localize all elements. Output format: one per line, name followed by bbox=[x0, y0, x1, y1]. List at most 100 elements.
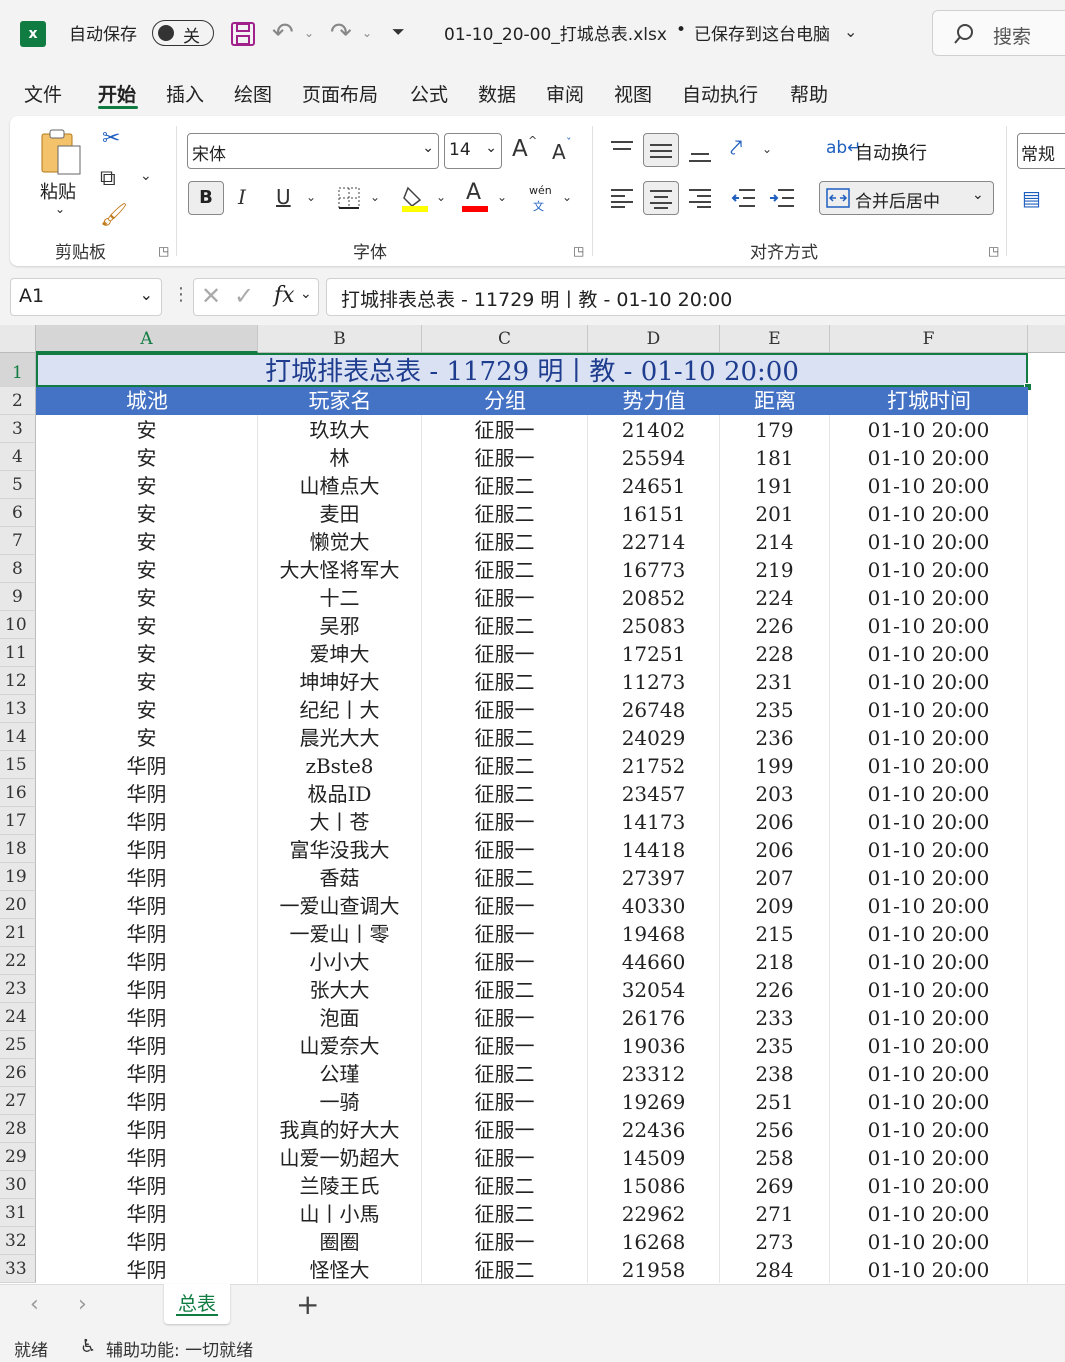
row-header[interactable]: 13 bbox=[0, 695, 36, 723]
table-cell[interactable]: 征服二 bbox=[422, 723, 588, 751]
table-cell[interactable]: 16151 bbox=[588, 499, 720, 527]
copy-dropdown-icon[interactable]: ⌄ bbox=[140, 168, 152, 184]
column-header[interactable]: A bbox=[36, 325, 258, 353]
tab-formulas[interactable]: 公式 bbox=[410, 80, 448, 107]
row-header[interactable]: 22 bbox=[0, 947, 36, 975]
table-cell[interactable]: 纪纪丨大 bbox=[258, 695, 422, 723]
save-status[interactable]: 已保存到这台电脑 bbox=[694, 20, 830, 45]
table-cell[interactable]: 华阴 bbox=[36, 1031, 258, 1059]
row-header[interactable]: 24 bbox=[0, 1003, 36, 1031]
table-cell[interactable]: 226 bbox=[720, 975, 830, 1003]
table-cell[interactable]: 01-10 20:00 bbox=[830, 1171, 1028, 1199]
table-cell[interactable]: 273 bbox=[720, 1227, 830, 1255]
table-cell[interactable]: 228 bbox=[720, 639, 830, 667]
italic-button[interactable]: I bbox=[238, 185, 246, 209]
table-cell[interactable]: 征服二 bbox=[422, 975, 588, 1003]
table-cell[interactable]: 25083 bbox=[588, 611, 720, 639]
enter-icon[interactable]: ✓ bbox=[234, 282, 254, 310]
font-color-dropdown-icon[interactable]: ⌄ bbox=[497, 190, 507, 204]
phonetic-dropdown-icon[interactable]: ⌄ bbox=[562, 190, 572, 204]
table-cell[interactable]: 40330 bbox=[588, 891, 720, 919]
table-cell[interactable]: 华阴 bbox=[36, 835, 258, 863]
select-all-corner[interactable] bbox=[0, 325, 36, 353]
prev-sheet-icon[interactable]: ‹ bbox=[30, 1292, 39, 1317]
accessibility-icon[interactable]: ♿ bbox=[80, 1336, 96, 1357]
increase-indent-icon[interactable] bbox=[770, 188, 794, 208]
table-cell[interactable]: 01-10 20:00 bbox=[830, 1255, 1028, 1283]
header-cell[interactable]: 玩家名 bbox=[258, 387, 422, 415]
redo-icon[interactable]: ↷ bbox=[330, 18, 352, 48]
tab-view[interactable]: 视图 bbox=[614, 80, 652, 107]
row-header[interactable]: 20 bbox=[0, 891, 36, 919]
table-cell[interactable]: 238 bbox=[720, 1059, 830, 1087]
row-header[interactable]: 14 bbox=[0, 723, 36, 751]
merge-center-button[interactable]: 合并后居中 ⌄ bbox=[819, 181, 994, 215]
font-name-select[interactable]: 宋体 ⌄ bbox=[187, 133, 439, 169]
tab-file[interactable]: 文件 bbox=[24, 80, 62, 107]
table-cell[interactable]: 01-10 20:00 bbox=[830, 443, 1028, 471]
table-cell[interactable]: 01-10 20:00 bbox=[830, 1087, 1028, 1115]
underline-dropdown-icon[interactable]: ⌄ bbox=[306, 190, 316, 204]
table-cell[interactable]: 203 bbox=[720, 779, 830, 807]
table-cell[interactable]: 01-10 20:00 bbox=[830, 1003, 1028, 1031]
table-cell[interactable]: 安 bbox=[36, 695, 258, 723]
table-cell[interactable]: 一骑 bbox=[258, 1087, 422, 1115]
table-cell[interactable]: 17251 bbox=[588, 639, 720, 667]
table-cell[interactable]: 安 bbox=[36, 499, 258, 527]
row-header[interactable]: 8 bbox=[0, 555, 36, 583]
table-cell[interactable]: 征服一 bbox=[422, 1087, 588, 1115]
row-header[interactable]: 29 bbox=[0, 1143, 36, 1171]
table-cell[interactable]: 256 bbox=[720, 1115, 830, 1143]
table-cell[interactable]: 征服二 bbox=[422, 667, 588, 695]
table-cell[interactable]: 公瑾 bbox=[258, 1059, 422, 1087]
next-sheet-icon[interactable]: › bbox=[78, 1292, 87, 1317]
table-cell[interactable]: 怪怪大 bbox=[258, 1255, 422, 1283]
row-header[interactable]: 17 bbox=[0, 807, 36, 835]
row-header[interactable]: 3 bbox=[0, 415, 36, 443]
tab-page-layout[interactable]: 页面布局 bbox=[302, 80, 378, 107]
save-icon[interactable] bbox=[230, 21, 256, 47]
table-cell[interactable]: 01-10 20:00 bbox=[830, 807, 1028, 835]
table-cell[interactable]: 01-10 20:00 bbox=[830, 751, 1028, 779]
table-cell[interactable]: 26748 bbox=[588, 695, 720, 723]
row-header[interactable]: 28 bbox=[0, 1115, 36, 1143]
table-cell[interactable]: 23312 bbox=[588, 1059, 720, 1087]
table-cell[interactable]: 懒觉大 bbox=[258, 527, 422, 555]
table-cell[interactable]: 01-10 20:00 bbox=[830, 415, 1028, 443]
table-cell[interactable]: 华阴 bbox=[36, 1227, 258, 1255]
table-cell[interactable]: 15086 bbox=[588, 1171, 720, 1199]
table-cell[interactable]: 大大怪将军大 bbox=[258, 555, 422, 583]
table-cell[interactable]: 征服二 bbox=[422, 1255, 588, 1283]
table-cell[interactable]: 华阴 bbox=[36, 919, 258, 947]
table-cell[interactable]: 征服二 bbox=[422, 471, 588, 499]
accessibility-status[interactable]: 辅助功能: 一切就绪 bbox=[106, 1336, 253, 1361]
borders-dropdown-icon[interactable]: ⌄ bbox=[370, 190, 380, 204]
table-cell[interactable]: 安 bbox=[36, 639, 258, 667]
header-cell[interactable]: 打城时间 bbox=[830, 387, 1028, 415]
table-cell[interactable]: 01-10 20:00 bbox=[830, 1199, 1028, 1227]
table-cell[interactable]: 晨光大大 bbox=[258, 723, 422, 751]
table-cell[interactable]: 01-10 20:00 bbox=[830, 611, 1028, 639]
table-cell[interactable]: 199 bbox=[720, 751, 830, 779]
table-cell[interactable]: 安 bbox=[36, 443, 258, 471]
paste-dropdown-icon[interactable]: ⌄ bbox=[55, 202, 65, 216]
table-cell[interactable]: 23457 bbox=[588, 779, 720, 807]
table-cell[interactable]: 我真的好大大 bbox=[258, 1115, 422, 1143]
table-cell[interactable]: 01-10 20:00 bbox=[830, 919, 1028, 947]
table-cell[interactable]: 218 bbox=[720, 947, 830, 975]
bold-button[interactable]: B bbox=[188, 181, 224, 215]
orientation-dropdown-icon[interactable]: ⌄ bbox=[762, 142, 772, 156]
table-cell[interactable]: 征服二 bbox=[422, 499, 588, 527]
align-left-icon[interactable] bbox=[611, 188, 633, 208]
format-painter-icon[interactable]: 🖌 bbox=[100, 203, 128, 228]
table-cell[interactable]: 华阴 bbox=[36, 779, 258, 807]
table-cell[interactable]: 征服二 bbox=[422, 751, 588, 779]
table-cell[interactable]: 一爱山查调大 bbox=[258, 891, 422, 919]
header-cell[interactable]: 城池 bbox=[36, 387, 258, 415]
table-cell[interactable]: 24651 bbox=[588, 471, 720, 499]
table-cell[interactable]: 征服一 bbox=[422, 1003, 588, 1031]
table-cell[interactable]: 226 bbox=[720, 611, 830, 639]
table-cell[interactable]: 一爱山丨零 bbox=[258, 919, 422, 947]
table-cell[interactable]: zBste8 bbox=[258, 751, 422, 779]
table-cell[interactable]: 征服一 bbox=[422, 919, 588, 947]
